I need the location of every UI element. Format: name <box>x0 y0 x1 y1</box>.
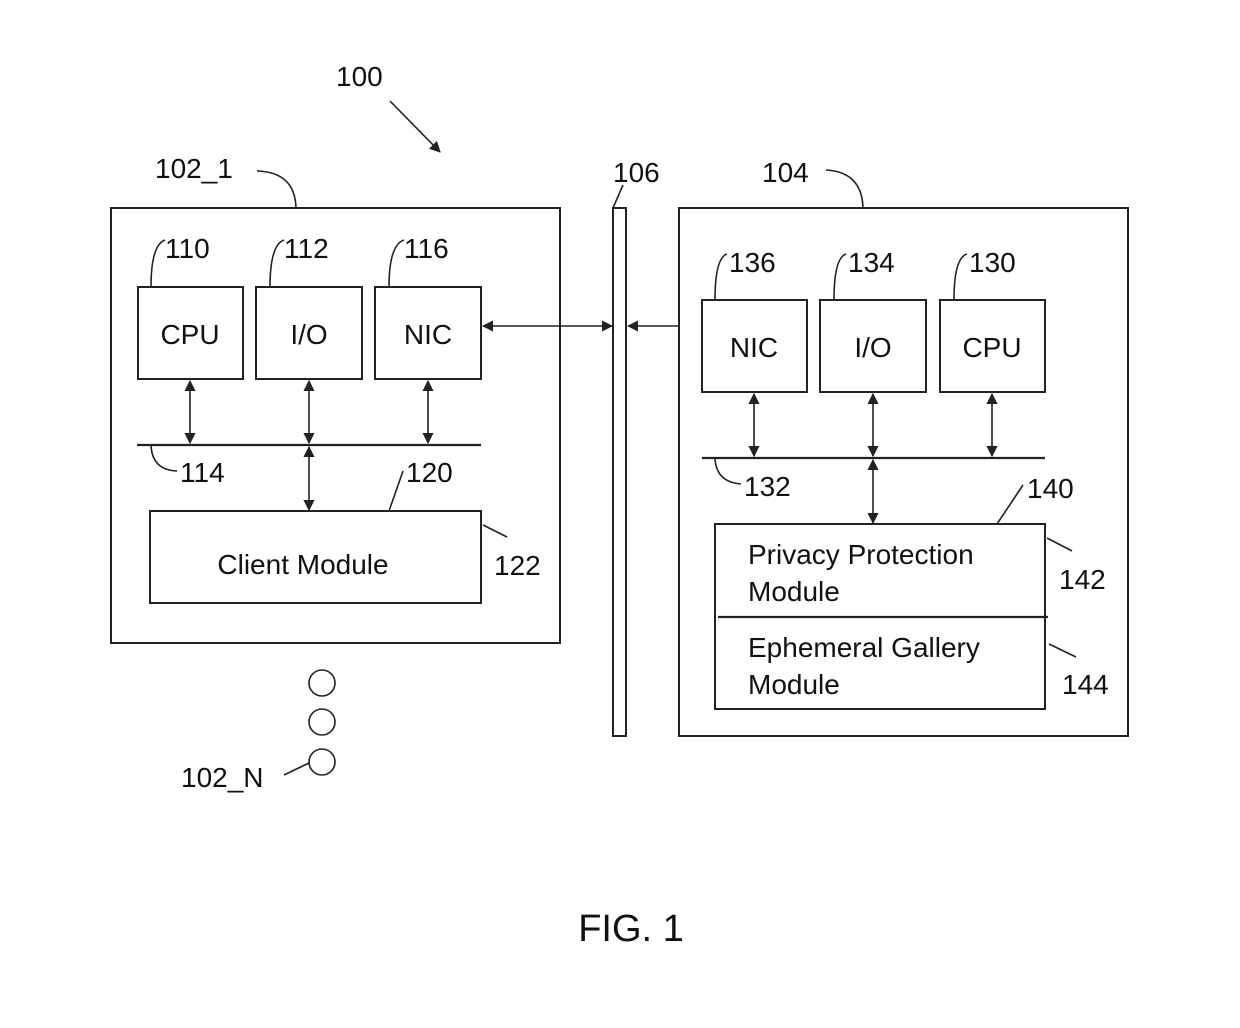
client-cpu-ref: 110 <box>165 233 210 264</box>
client-module-label: Client Module <box>217 549 388 580</box>
server-cpu-label: CPU <box>962 332 1021 363</box>
server-memory-ref: 140 <box>1027 473 1074 504</box>
figure-caption: FIG. 1 <box>578 908 684 950</box>
client-module-ref: 122 <box>494 550 541 581</box>
server-io-label: I/O <box>854 332 891 363</box>
privacy-module-ref: 142 <box>1059 564 1106 595</box>
client-device-leader <box>256 170 297 209</box>
server-nic-label: NIC <box>730 332 778 363</box>
network: 106 <box>612 157 660 737</box>
system-diagram: 100 102_1 110 CPU 112 I/O 116 NIC 114 12… <box>110 61 1129 950</box>
server-cpu-ref: 130 <box>969 247 1016 278</box>
server-nic-ref: 136 <box>729 247 776 278</box>
client-io-ref: 112 <box>284 233 329 264</box>
client-device: 102_1 110 CPU 112 I/O 116 NIC 114 120 Cl… <box>110 153 561 644</box>
network-ref: 106 <box>613 157 660 188</box>
server: 104 136 NIC 134 I/O 130 CPU 132 140 Priv… <box>678 157 1129 737</box>
gallery-module-line1: Ephemeral Gallery <box>748 632 980 663</box>
client-nic-label: NIC <box>404 319 452 350</box>
server-io-ref: 134 <box>848 247 895 278</box>
client-nic-ref: 116 <box>404 233 449 264</box>
privacy-module-line1: Privacy Protection <box>748 539 974 570</box>
ellipsis-circle <box>308 669 336 697</box>
server-leader <box>825 169 864 209</box>
gallery-module-ref: 144 <box>1062 669 1109 700</box>
ellipsis-circle <box>308 748 336 776</box>
privacy-module-line2: Module <box>748 576 840 607</box>
client-cpu-label: CPU <box>160 319 219 350</box>
gallery-module-line2: Module <box>748 669 840 700</box>
client-bus-ref: 114 <box>180 457 225 488</box>
network-leader <box>612 184 624 209</box>
client-device-ref: 102_1 <box>155 153 233 184</box>
client-memory-ref: 120 <box>406 457 453 488</box>
client-io-label: I/O <box>290 319 327 350</box>
additional-clients-leader <box>283 762 310 776</box>
ellipsis-circle <box>308 708 336 736</box>
server-bus-ref: 132 <box>744 471 791 502</box>
network-bar <box>612 207 627 737</box>
server-ref: 104 <box>762 157 809 188</box>
additional-clients: 102_N <box>181 669 336 793</box>
additional-clients-ref: 102_N <box>181 762 264 793</box>
system-ref-label: 100 <box>336 61 383 92</box>
system-ref-arrow <box>389 100 441 153</box>
